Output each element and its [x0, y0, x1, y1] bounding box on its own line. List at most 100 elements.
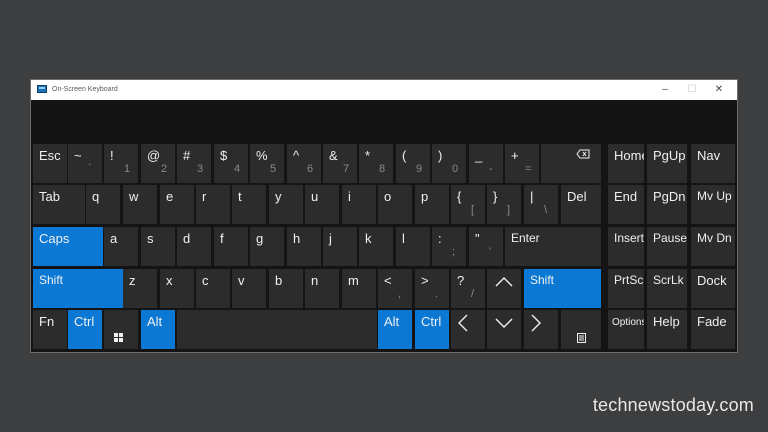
key-space[interactable]: [177, 310, 377, 349]
key-label: +: [511, 148, 519, 163]
windows-icon: [104, 310, 138, 349]
key-secondary-label: ': [489, 246, 492, 258]
key-0[interactable]: ) 0: [432, 144, 466, 183]
key-prtscn[interactable]: PrtScn: [608, 269, 644, 308]
key-v[interactable]: v: [232, 269, 266, 308]
key-down[interactable]: [487, 310, 521, 349]
key-options[interactable]: Options: [608, 310, 644, 349]
key-backspace[interactable]: [541, 144, 601, 183]
key-win[interactable]: [104, 310, 138, 349]
key-esc[interactable]: Esc: [33, 144, 67, 183]
key-caps[interactable]: Caps: [33, 227, 103, 266]
key-y[interactable]: y: [269, 185, 303, 224]
key-secondary-label: 1: [124, 163, 131, 175]
key-l[interactable]: l: [396, 227, 430, 266]
key-fade[interactable]: Fade: [691, 310, 735, 349]
key-n[interactable]: n: [305, 269, 339, 308]
key-rshift[interactable]: Shift: [524, 269, 601, 308]
key-help[interactable]: Help: [647, 310, 687, 349]
context-menu-icon: [561, 310, 601, 349]
key-colon[interactable]: :;: [432, 227, 466, 266]
key-quote[interactable]: " ': [469, 227, 503, 266]
key-label: Options: [612, 317, 644, 328]
key-rbrace[interactable]: }]: [487, 185, 521, 224]
key-fn[interactable]: Fn: [33, 310, 67, 349]
key-lbrace[interactable]: {[: [451, 185, 485, 224]
key-h[interactable]: h: [287, 227, 321, 266]
key-home[interactable]: Home: [608, 144, 644, 183]
key-4[interactable]: $4: [214, 144, 248, 183]
key-plus[interactable]: + =: [505, 144, 539, 183]
key-z[interactable]: z: [123, 269, 157, 308]
key-lshift[interactable]: Shift: [33, 269, 123, 308]
key-right[interactable]: [524, 310, 558, 349]
key-i[interactable]: i: [342, 185, 376, 224]
key-left[interactable]: [451, 310, 485, 349]
key-tilde[interactable]: ~ `: [68, 144, 102, 183]
key-label: t: [238, 189, 242, 204]
key-mvup[interactable]: Mv Up: [691, 185, 735, 224]
key-label: <: [384, 273, 392, 288]
key-e[interactable]: e: [160, 185, 194, 224]
key-b[interactable]: b: [269, 269, 303, 308]
key-1[interactable]: ! 1: [104, 144, 138, 183]
key-ralt[interactable]: Alt: [378, 310, 412, 349]
key-d[interactable]: d: [177, 227, 211, 266]
key-minus[interactable]: _ -: [469, 144, 503, 183]
key-p[interactable]: p: [415, 185, 449, 224]
key-r[interactable]: r: [196, 185, 230, 224]
title-bar[interactable]: On-Screen Keyboard – ☐ ✕: [31, 80, 737, 100]
key-2[interactable]: @2: [141, 144, 175, 183]
key-9[interactable]: (9: [396, 144, 430, 183]
key-tab[interactable]: Tab: [33, 185, 85, 224]
key-label: >: [421, 273, 429, 288]
minimize-button[interactable]: –: [654, 82, 676, 98]
key-lctrl[interactable]: Ctrl: [68, 310, 102, 349]
key-s[interactable]: s: [141, 227, 175, 266]
key-q[interactable]: q: [86, 185, 120, 224]
key-f[interactable]: f: [214, 227, 248, 266]
key-secondary-label: [: [471, 204, 475, 216]
key-label: y: [275, 189, 282, 204]
key-insert[interactable]: Insert: [608, 227, 644, 266]
key-3[interactable]: #3: [177, 144, 211, 183]
close-button[interactable]: ✕: [708, 82, 730, 98]
key-label: Help: [653, 314, 680, 329]
key-x[interactable]: x: [160, 269, 194, 308]
key-del[interactable]: Del: [561, 185, 601, 224]
key-scrlk[interactable]: ScrLk: [647, 269, 687, 308]
key-pause[interactable]: Pause: [647, 227, 687, 266]
key-8[interactable]: * 8: [359, 144, 393, 183]
key-j[interactable]: j: [323, 227, 357, 266]
key-m[interactable]: m: [342, 269, 376, 308]
key-7[interactable]: & 7: [323, 144, 357, 183]
key-o[interactable]: o: [378, 185, 412, 224]
key-label: Mv Dn: [697, 231, 732, 245]
key-up[interactable]: [487, 269, 521, 308]
key-lalt[interactable]: Alt: [141, 310, 175, 349]
key-pipe[interactable]: | \: [524, 185, 558, 224]
key-u[interactable]: u: [305, 185, 339, 224]
key-pgup[interactable]: PgUp: [647, 144, 687, 183]
key-enter[interactable]: Enter: [505, 227, 601, 266]
keyboard-top-area: [31, 100, 737, 142]
key-6[interactable]: ^ 6: [287, 144, 321, 183]
key-k[interactable]: k: [359, 227, 393, 266]
key-5[interactable]: % 5: [250, 144, 284, 183]
key-end[interactable]: End: [608, 185, 644, 224]
key-menu[interactable]: [561, 310, 601, 349]
key-nav[interactable]: Nav: [691, 144, 735, 183]
key-t[interactable]: t: [232, 185, 266, 224]
key-mvdn[interactable]: Mv Dn: [691, 227, 735, 266]
key-label: End: [614, 189, 638, 204]
key-lt[interactable]: <,: [378, 269, 412, 308]
key-rctrl[interactable]: Ctrl: [415, 310, 449, 349]
key-pgdn[interactable]: PgDn: [647, 185, 687, 224]
key-w[interactable]: w: [123, 185, 157, 224]
key-dock[interactable]: Dock: [691, 269, 735, 308]
key-gt[interactable]: >.: [415, 269, 449, 308]
key-a[interactable]: a: [104, 227, 138, 266]
key-question[interactable]: ? /: [451, 269, 485, 308]
key-g[interactable]: g: [250, 227, 284, 266]
key-c[interactable]: c: [196, 269, 230, 308]
